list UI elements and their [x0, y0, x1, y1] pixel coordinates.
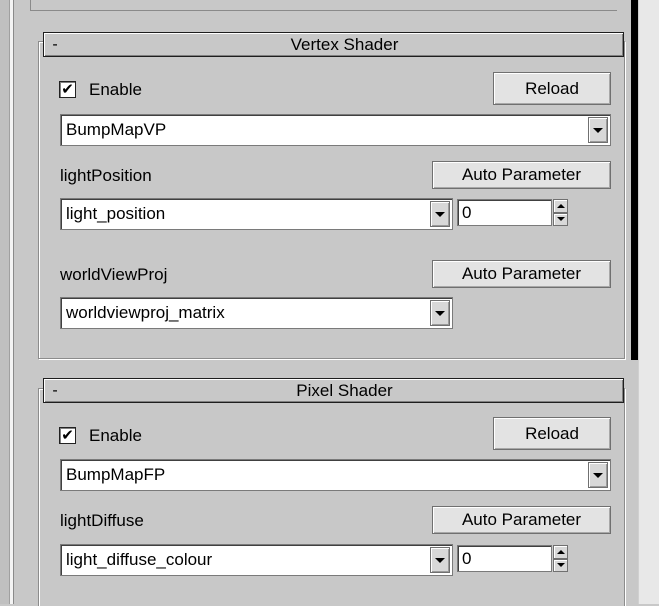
vertex-enable-checkbox[interactable]: ✔ — [59, 81, 76, 98]
spinner-up-button[interactable] — [553, 545, 568, 559]
pixel-shader-title: Pixel Shader — [296, 380, 393, 400]
light-diffuse-value: light_diffuse_colour — [66, 550, 213, 569]
chevron-down-icon — [593, 472, 603, 478]
chevron-down-icon — [593, 127, 603, 133]
vertex-reload-button[interactable]: Reload — [493, 72, 611, 105]
light-position-auto-parameter-button[interactable]: Auto Parameter — [432, 161, 611, 189]
right-panel-edge — [638, 0, 659, 604]
vertex-enable-label: Enable — [89, 80, 142, 99]
light-position-value: light_position — [66, 204, 166, 223]
previous-rollout-bottom — [30, 0, 627, 11]
arrow-up-icon — [556, 203, 565, 208]
pixel-reload-button[interactable]: Reload — [493, 417, 611, 450]
world-view-proj-value: worldviewproj_matrix — [66, 303, 225, 322]
arrow-down-icon — [556, 217, 565, 222]
dropdown-arrow-button[interactable] — [430, 300, 450, 326]
spinner-up-button[interactable] — [553, 199, 568, 213]
check-icon: ✔ — [61, 81, 74, 98]
vertex-shader-title: Vertex Shader — [290, 34, 399, 54]
dropdown-arrow-button[interactable] — [588, 462, 608, 488]
pixel-program-select[interactable]: BumpMapFP — [60, 459, 611, 491]
vertex-program-select[interactable]: BumpMapVP — [60, 114, 611, 146]
light-position-index-spinner[interactable] — [553, 199, 568, 226]
pixel-enable-label: Enable — [89, 426, 142, 445]
dropdown-arrow-button[interactable] — [430, 547, 450, 573]
light-diffuse-index-input[interactable]: 0 — [457, 545, 552, 572]
param-world-view-proj-label: worldViewProj — [60, 265, 168, 284]
world-view-proj-select[interactable]: worldviewproj_matrix — [60, 297, 453, 329]
scrollbar-thumb[interactable] — [631, 0, 638, 360]
chevron-down-icon — [435, 557, 445, 563]
chevron-down-icon — [435, 211, 445, 217]
dropdown-arrow-button[interactable] — [588, 117, 608, 143]
spinner-down-button[interactable] — [553, 212, 568, 226]
param-light-position-label: lightPosition — [60, 166, 152, 185]
collapse-icon[interactable]: - — [44, 382, 66, 400]
left-panel-edge — [0, 0, 10, 604]
world-view-proj-auto-parameter-button[interactable]: Auto Parameter — [432, 260, 611, 288]
vertex-shader-header[interactable]: - Vertex Shader — [43, 32, 624, 57]
vertex-program-value: BumpMapVP — [66, 120, 167, 139]
arrow-up-icon — [556, 549, 565, 554]
pixel-enable-checkbox[interactable]: ✔ — [59, 427, 76, 444]
light-position-select[interactable]: light_position — [60, 198, 453, 230]
param-light-diffuse-label: lightDiffuse — [60, 511, 144, 530]
spinner-down-button[interactable] — [553, 558, 568, 572]
arrow-down-icon — [556, 563, 565, 568]
light-diffuse-index-spinner[interactable] — [553, 545, 568, 572]
pixel-shader-header[interactable]: - Pixel Shader — [43, 378, 624, 403]
chevron-down-icon — [435, 310, 445, 316]
light-diffuse-select[interactable]: light_diffuse_colour — [60, 544, 453, 576]
check-icon: ✔ — [61, 427, 74, 444]
left-panel-border — [10, 0, 14, 604]
pixel-program-value: BumpMapFP — [66, 465, 166, 484]
light-diffuse-auto-parameter-button[interactable]: Auto Parameter — [432, 506, 611, 534]
light-position-index-input[interactable]: 0 — [457, 199, 552, 226]
collapse-icon[interactable]: - — [44, 36, 66, 54]
dropdown-arrow-button[interactable] — [430, 201, 450, 227]
